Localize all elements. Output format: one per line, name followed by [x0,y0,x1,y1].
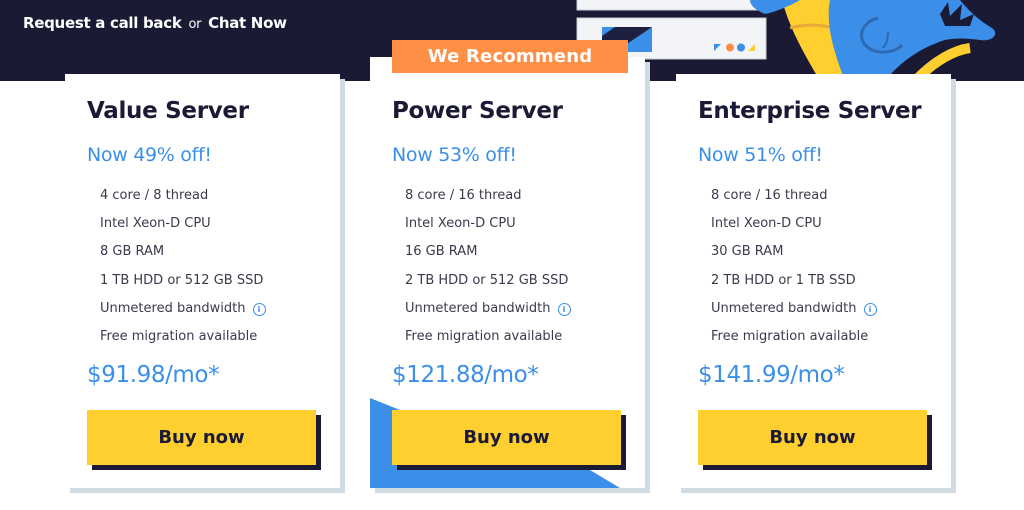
buy-now-button[interactable]: Buy now [392,410,621,465]
feature-text: Unmetered bandwidth [711,300,857,316]
or-text: or [188,17,202,32]
feature-text: Intel Xeon-D CPU [405,216,516,232]
plan-price: $141.99/mo* [698,362,845,388]
feature-text: Intel Xeon-D CPU [100,216,211,232]
feature-item: 8 core / 16 thread [405,182,571,210]
feature-text: 4 core / 8 thread [100,188,209,204]
dot-shape [737,43,745,52]
feature-item: Free migration available [405,323,571,351]
feature-text: 1 TB HDD or 512 GB SSD [100,272,264,288]
feature-item: Intel Xeon-D CPU [405,210,571,238]
feature-item: Intel Xeon-D CPU [711,210,877,238]
feature-text: 2 TB HDD or 1 TB SSD [711,272,856,288]
plan-title: Enterprise Server [698,98,922,124]
feature-item: 2 TB HDD or 512 GB SSD [405,267,571,295]
request-callback-link[interactable]: Request a call back [23,14,182,32]
feature-item: 30 GB RAM [711,238,877,266]
chat-now-link[interactable]: Chat Now [208,14,287,32]
plan-title: Value Server [87,98,249,124]
feature-text: 8 core / 16 thread [711,188,828,204]
feature-text: Intel Xeon-D CPU [711,216,822,232]
plan-price: $91.98/mo* [87,362,220,388]
plan-discount: Now 53% off! [392,144,517,166]
feature-text: Free migration available [711,329,869,345]
feature-text: 8 GB RAM [100,244,165,260]
info-icon[interactable]: i [863,303,877,317]
feature-text: Free migration available [405,329,563,345]
feature-text: 16 GB RAM [405,244,478,260]
plan-discount: Now 51% off! [698,144,823,166]
plan-discount: Now 49% off! [87,144,212,166]
feature-text: Unmetered bandwidth [405,300,551,316]
feature-item: Unmetered bandwidth i [711,295,877,323]
plan-card-value: Value Server Now 49% off! 4 core / 8 thr… [65,74,340,488]
feature-item: 2 TB HDD or 1 TB SSD [711,267,877,295]
info-icon[interactable]: i [557,303,571,317]
feature-item: Free migration available [100,323,266,351]
feature-item: 8 GB RAM [100,238,266,266]
buy-now-button[interactable]: Buy now [698,410,927,465]
feature-list: 8 core / 16 thread Intel Xeon-D CPU 30 G… [711,182,877,351]
feature-text: Free migration available [100,329,258,345]
feature-text: 8 core / 16 thread [405,188,522,204]
feature-item: 4 core / 8 thread [100,182,266,210]
feature-list: 8 core / 16 thread Intel Xeon-D CPU 16 G… [405,182,571,351]
info-icon[interactable]: i [252,303,266,317]
feature-item: 8 core / 16 thread [711,182,877,210]
feature-item: 1 TB HDD or 512 GB SSD [100,267,266,295]
buy-now-button[interactable]: Buy now [87,410,316,465]
dot-shape [726,43,734,52]
feature-item: Intel Xeon-D CPU [100,210,266,238]
feature-item: Free migration available [711,323,877,351]
feature-list: 4 core / 8 thread Intel Xeon-D CPU 8 GB … [100,182,266,351]
plan-card-power: Power Server Now 53% off! 8 core / 16 th… [370,57,645,488]
feature-text: 2 TB HDD or 512 GB SSD [405,272,569,288]
plan-title: Power Server [392,98,563,124]
recommend-badge: We Recommend [392,40,628,73]
feature-item: Unmetered bandwidth i [100,295,266,323]
feature-item: 16 GB RAM [405,238,571,266]
feature-text: 30 GB RAM [711,244,784,260]
plan-price: $121.88/mo* [392,362,539,388]
feature-text: Unmetered bandwidth [100,300,246,316]
contact-links: Request a call back or Chat Now [23,14,287,32]
ui-panel-shape [576,0,768,11]
mascot-head [828,0,996,81]
feature-item: Unmetered bandwidth i [405,295,571,323]
plan-card-enterprise: Enterprise Server Now 51% off! 8 core / … [676,74,951,488]
